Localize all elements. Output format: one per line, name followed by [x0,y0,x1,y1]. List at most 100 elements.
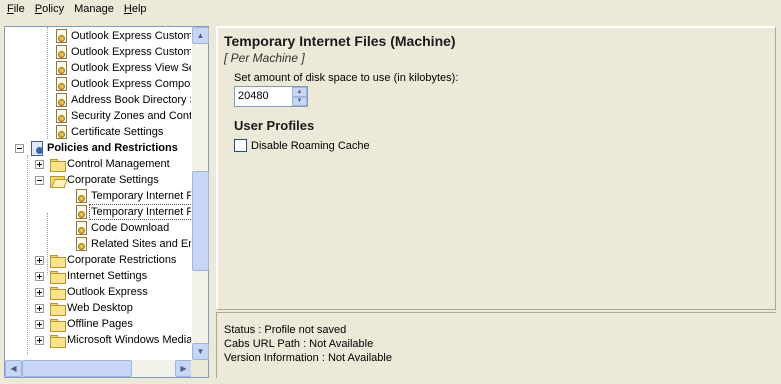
tree-item-label: Microsoft Windows Media [67,334,192,346]
tree-item[interactable]: Policies and Restrictions [15,140,180,156]
menu-policy[interactable]: Policy [30,0,69,19]
tree-item-label: Temporary Internet F [91,190,192,202]
vertical-scroll-thumb[interactable] [192,171,209,271]
tree-item[interactable]: Offline Pages [35,316,135,332]
expand-toggle-icon[interactable] [35,335,44,345]
expand-toggle-icon[interactable] [35,159,44,169]
doc-icon [73,204,89,220]
expand-toggle-icon[interactable] [35,287,44,297]
menu-manage-label: anage [83,3,114,15]
version-info-text: Version Information : Not Available [224,352,392,364]
folder-icon [49,268,66,284]
tree-item-label: Corporate Settings [67,174,159,186]
doc-icon [53,76,69,92]
doc-icon [73,188,89,204]
settings-panel: Temporary Internet Files (Machine) [ Per… [216,26,776,310]
tree-item-label: Outlook Express Custom [71,46,192,58]
expand-toggle-icon[interactable] [35,303,44,313]
doc-icon [73,220,89,236]
status-text: Status : Profile not saved [224,324,347,336]
tree-item[interactable]: Outlook Express Custom [53,28,192,44]
folder-icon [49,316,66,332]
status-panel: Status : Profile not saved Cabs URL Path… [216,312,776,378]
tree-item-label: Outlook Express Compose [71,78,192,90]
scroll-down-button[interactable]: ▼ [192,343,209,360]
expand-toggle-icon[interactable] [35,319,44,329]
menu-help-label: elp [131,3,147,15]
folder-open-icon [49,172,65,188]
tree-item[interactable]: Microsoft Windows Media [35,332,192,348]
tree-item[interactable]: Outlook Express [35,284,150,300]
spin-up-button[interactable]: ▲ [292,87,307,97]
menu-file-accel: F [7,3,14,15]
tree-item[interactable]: Security Zones and Conte [53,108,192,124]
policy-tree[interactable]: Outlook Express Custom Outlook Express Cu… [4,26,209,378]
tree-item[interactable]: Outlook Express View Set [53,60,192,76]
tree-item[interactable]: Corporate Restrictions [35,252,178,268]
tree-item[interactable]: Temporary Internet F [73,188,192,204]
tree-item-label: Web Desktop [67,302,133,314]
tree-item[interactable]: Control Management [35,156,172,172]
menu-file[interactable]: File [2,0,30,19]
tree-item-label: Security Zones and Conte [71,110,192,122]
settings-subtitle: [ Per Machine ] [224,51,305,65]
folder-icon [49,252,66,268]
tree-item[interactable]: Certificate Settings [53,124,165,140]
disk-space-label: Set amount of disk space to use (in kilo… [234,72,459,84]
tree-item[interactable]: Address Book Directory S [53,92,192,108]
folder-icon [49,332,66,348]
folder-icon [49,156,66,172]
scroll-left-button[interactable]: ◀ [5,360,22,377]
folder-icon [49,284,66,300]
tree-item-label: Corporate Restrictions [67,254,177,266]
scroll-up-button[interactable]: ▲ [192,27,209,44]
doc-icon [53,28,69,44]
doc-icon [53,60,69,76]
menu-bar: File Policy Manage Help [0,0,781,19]
tree-item-label: Outlook Express Custom [71,30,192,42]
doc-icon [53,92,69,108]
collapse-toggle-icon[interactable] [15,143,24,153]
spinner-buttons: ▲ ▼ [292,87,307,106]
collapse-toggle-icon[interactable] [35,175,44,185]
tree-item[interactable]: Internet Settings [35,268,149,284]
tree-item-label: Related Sites and Err [91,238,192,250]
disable-roaming-checkbox[interactable] [234,139,247,152]
disable-roaming-row[interactable]: Disable Roaming Cache [234,139,370,152]
disable-roaming-label[interactable]: Disable Roaming Cache [251,140,370,152]
folder-icon [49,300,66,316]
tree-item[interactable]: Outlook Express Custom [53,44,192,60]
expand-toggle-icon[interactable] [35,271,44,281]
tree-item[interactable]: Outlook Express Compose [53,76,192,92]
tree-item[interactable]: Web Desktop [35,300,135,316]
tree-item-label: Code Download [91,222,170,234]
tree-item-label: Outlook Express View Set [71,62,192,74]
menu-help[interactable]: Help [119,0,152,19]
doc-icon [73,236,89,252]
tree-horizontal-scrollbar[interactable]: ◀ ▶ [5,360,192,377]
doc-icon [53,108,69,124]
disk-space-input[interactable]: 20480 [235,87,292,106]
tree-item[interactable]: Related Sites and Err [73,236,192,252]
tree-item-label: Temporary Internet F [89,204,192,220]
menu-help-accel: H [123,3,132,15]
menu-file-label: ile [13,3,25,15]
user-profiles-title: User Profiles [234,118,315,133]
tree-item-label: Address Book Directory S [71,94,192,106]
tree-vertical-scrollbar[interactable]: ▲ ▼ [191,27,209,360]
tree-item[interactable]: Code Download [73,220,171,236]
menu-policy-label: olicy [42,3,65,15]
expand-toggle-icon[interactable] [35,255,44,265]
policy-icon [29,140,45,156]
spin-down-button[interactable]: ▼ [292,96,307,106]
scroll-right-button[interactable]: ▶ [175,360,192,377]
cabs-url-text: Cabs URL Path : Not Available [224,338,374,350]
tree-item[interactable]: Temporary Internet F [73,204,192,220]
tree-item-label: Control Management [67,158,170,170]
menu-manage[interactable]: Manage [69,0,119,19]
disk-space-spinner[interactable]: 20480 ▲ ▼ [234,86,308,107]
horizontal-scroll-thumb[interactable] [22,360,132,377]
tree-item-label: Certificate Settings [71,126,164,138]
menu-manage-first: M [74,3,84,15]
tree-item[interactable]: Corporate Settings [35,172,161,188]
